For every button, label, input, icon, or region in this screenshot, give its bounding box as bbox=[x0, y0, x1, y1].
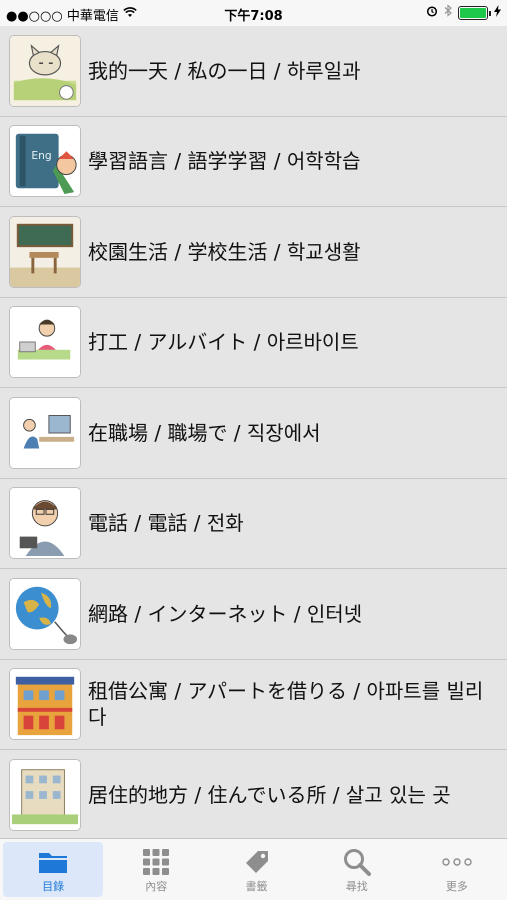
sleeping-cat-icon bbox=[9, 34, 81, 107]
battery-icon bbox=[458, 5, 491, 20]
office-worker-icon bbox=[9, 396, 81, 469]
topic-list[interactable]: 我的一天 / 私の一日 / 하루일과 Eng 學習語言 / 語学学習 / 어학학… bbox=[0, 26, 507, 838]
more-icon bbox=[441, 846, 473, 878]
alarm-icon bbox=[426, 5, 438, 21]
grid-icon bbox=[142, 846, 170, 878]
english-book-icon: Eng bbox=[9, 125, 81, 198]
charging-icon bbox=[494, 4, 501, 21]
list-item-label: 在職場 / 職場で / 직장에서 bbox=[88, 420, 321, 445]
status-bar: ●●○○○ 中華電信 下午7:08 bbox=[0, 0, 507, 26]
list-item[interactable]: 打工 / アルバイト / 아르바이트 bbox=[0, 297, 507, 388]
tab-more[interactable]: 更多 bbox=[407, 839, 507, 900]
list-item[interactable]: 電話 / 電話 / 전화 bbox=[0, 478, 507, 569]
tag-icon bbox=[242, 846, 272, 878]
tab-bar: 目錄 內容 書籤 尋找 更多 bbox=[0, 838, 507, 900]
list-item[interactable]: 我的一天 / 私の一日 / 하루일과 bbox=[0, 26, 507, 117]
tab-label: 更多 bbox=[445, 880, 468, 893]
list-item[interactable]: 校園生活 / 学校生活 / 학교생활 bbox=[0, 207, 507, 298]
list-item[interactable]: 網路 / インターネット / 인터넷 bbox=[0, 569, 507, 660]
tab-contents[interactable]: 目錄 bbox=[3, 842, 104, 897]
tab-label: 目錄 bbox=[42, 880, 65, 893]
tab-content[interactable]: 內容 bbox=[106, 839, 206, 900]
list-item-label: 租借公寓 / アパートを借りる / 아파트를 빌리다 bbox=[88, 679, 484, 730]
globe-mouse-icon bbox=[9, 577, 81, 650]
tab-bookmarks[interactable]: 書籤 bbox=[206, 839, 306, 900]
apartment-icon bbox=[9, 668, 81, 741]
cashier-icon bbox=[9, 306, 81, 379]
folder-icon bbox=[37, 846, 69, 878]
bluetooth-icon bbox=[444, 4, 452, 21]
search-icon bbox=[342, 846, 372, 878]
classroom-icon bbox=[9, 215, 81, 288]
tab-label: 內容 bbox=[145, 880, 168, 893]
list-item[interactable]: 租借公寓 / アパートを借りる / 아파트를 빌리다 bbox=[0, 659, 507, 750]
list-item[interactable]: Eng 學習語言 / 語学学習 / 어학학습 bbox=[0, 116, 507, 207]
building-icon bbox=[9, 758, 81, 831]
list-item-label: 學習語言 / 語学学習 / 어학학습 bbox=[88, 149, 361, 174]
tab-search[interactable]: 尋找 bbox=[307, 839, 407, 900]
svg-text:Eng: Eng bbox=[31, 149, 51, 162]
list-item-label: 電話 / 電話 / 전화 bbox=[88, 511, 244, 536]
list-item-label: 打工 / アルバイト / 아르바이트 bbox=[88, 330, 359, 355]
tab-label: 書籤 bbox=[245, 880, 268, 893]
status-right bbox=[426, 4, 501, 21]
list-item-label: 居住的地方 / 住んでいる所 / 살고 있는 곳 bbox=[88, 782, 451, 807]
list-item-label: 校園生活 / 学校生活 / 학교생활 bbox=[88, 239, 361, 264]
list-item[interactable]: 居住的地方 / 住んでいる所 / 살고 있는 곳 bbox=[0, 750, 507, 838]
list-item[interactable]: 在職場 / 職場で / 직장에서 bbox=[0, 388, 507, 479]
phone-man-icon bbox=[9, 487, 81, 560]
tab-label: 尋找 bbox=[345, 880, 368, 893]
list-item-label: 網路 / インターネット / 인터넷 bbox=[88, 601, 363, 626]
list-item-label: 我的一天 / 私の一日 / 하루일과 bbox=[88, 58, 361, 83]
